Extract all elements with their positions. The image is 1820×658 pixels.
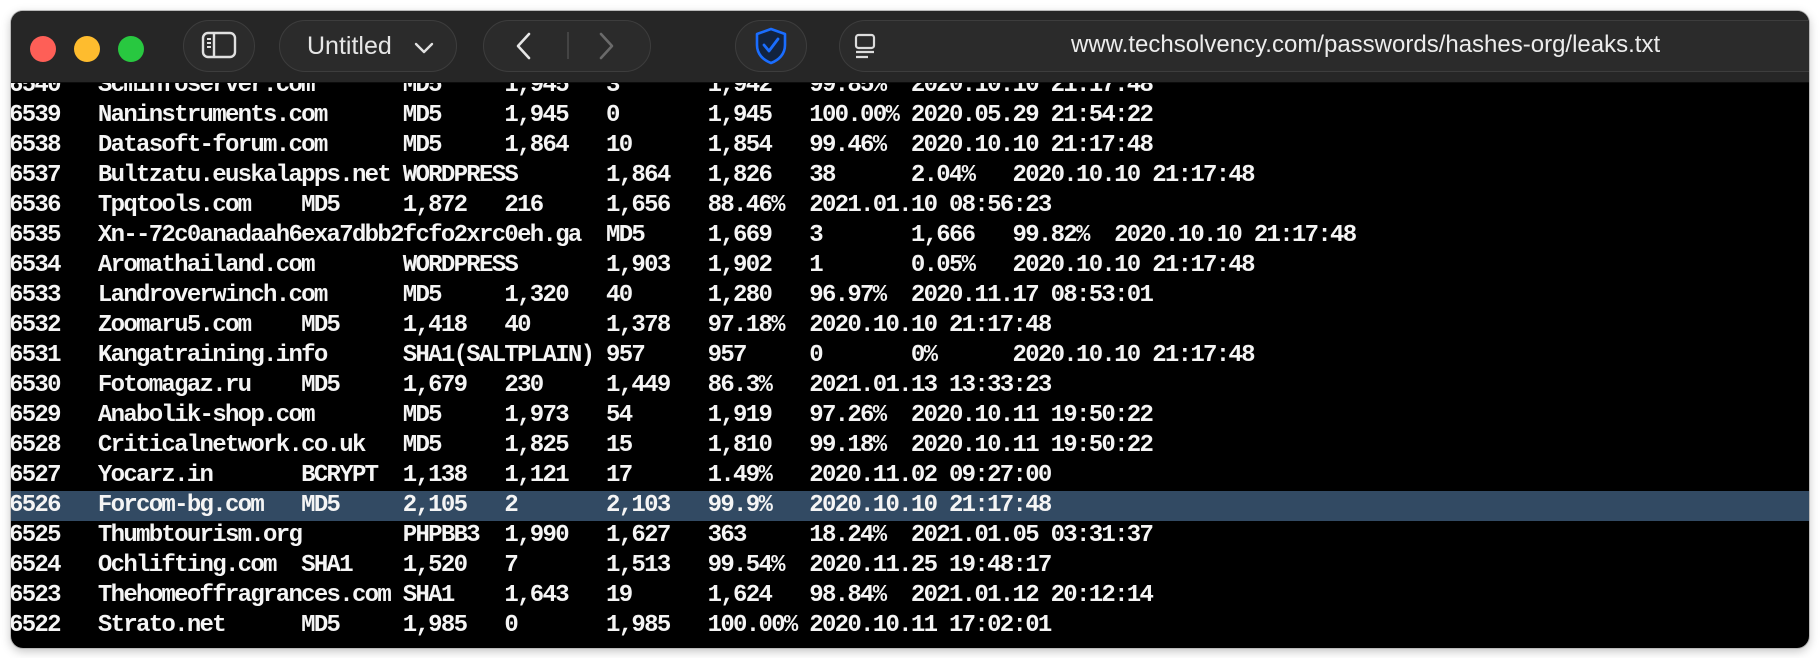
tab-title: Untitled bbox=[307, 31, 392, 60]
table-row: 6523 Thehomeoffragrances.com SHA1 1,643 … bbox=[11, 581, 1809, 611]
sidebar-toggle-button[interactable] bbox=[183, 20, 255, 72]
nav-divider bbox=[567, 32, 569, 59]
table-row: 6531 Kangatraining.info SHA1(SALTPLAIN) … bbox=[11, 341, 1809, 371]
row-text: 6534 Aromathailand.com WORDPRESS 1,903 1… bbox=[11, 252, 1256, 279]
privacy-report-button[interactable] bbox=[735, 20, 807, 72]
row-text: 6533 Landroverwinch.com MD5 1,320 40 1,2… bbox=[11, 282, 1154, 309]
row-text: 6525 Thumbtourism.org PHPBB3 1,990 1,627… bbox=[11, 522, 1154, 549]
row-text: 6529 Anabolik-shop.com MD5 1,973 54 1,91… bbox=[11, 402, 1154, 429]
table-row: 6532 Zoomaru5.com MD5 1,418 40 1,378 97.… bbox=[11, 311, 1809, 341]
url-text: www.techsolvency.com/passwords/hashes-or… bbox=[1071, 31, 1661, 58]
row-text: 6535 Xn--72c0anadaah6exa7dbb2fcfo2xrc0eh… bbox=[11, 222, 1357, 249]
table-row: 6525 Thumbtourism.org PHPBB3 1,990 1,627… bbox=[11, 521, 1809, 551]
tab-group-menu[interactable]: Untitled bbox=[279, 20, 457, 72]
table-row: 6536 Tpqtools.com MD5 1,872 216 1,656 88… bbox=[11, 191, 1809, 221]
table-row: 6538 Datasoft-forum.com MD5 1,864 10 1,8… bbox=[11, 131, 1809, 161]
row-text: 6539 Naninstruments.com MD5 1,945 0 1,94… bbox=[11, 102, 1154, 129]
row-text: 6528 Criticalnetwork.co.uk MD5 1,825 15 … bbox=[11, 432, 1154, 459]
table-row: 6524 Ochlifting.com SHA1 1,520 7 1,513 9… bbox=[11, 551, 1809, 581]
row-text: 6540 Scminfoserver.com MD5 1,945 3 1,942… bbox=[11, 83, 1154, 99]
table-row: 6530 Fotomagaz.ru MD5 1,679 230 1,449 86… bbox=[11, 371, 1809, 401]
navigation-buttons bbox=[483, 20, 651, 72]
table-row: 6540 Scminfoserver.com MD5 1,945 3 1,942… bbox=[11, 83, 1809, 101]
table-row: 6526 Forcom-bg.com MD5 2,105 2 2,103 99.… bbox=[11, 491, 1809, 521]
table-row: 6535 Xn--72c0anadaah6exa7dbb2fcfo2xrc0eh… bbox=[11, 221, 1809, 251]
table-row: 6537 Bultzatu.euskalapps.net WORDPRESS 1… bbox=[11, 161, 1809, 191]
table-row: 6539 Naninstruments.com MD5 1,945 0 1,94… bbox=[11, 101, 1809, 131]
browser-window: Untitled www.techsolvency.com/passwords/… bbox=[11, 11, 1809, 648]
row-text: 6531 Kangatraining.info SHA1(SALTPLAIN) … bbox=[11, 342, 1256, 369]
table-row: 6527 Yocarz.in BCRYPT 1,138 1,121 17 1.4… bbox=[11, 461, 1809, 491]
table-row: 6528 Criticalnetwork.co.uk MD5 1,825 15 … bbox=[11, 431, 1809, 461]
row-text: 6537 Bultzatu.euskalapps.net WORDPRESS 1… bbox=[11, 162, 1256, 189]
row-text: 6532 Zoomaru5.com MD5 1,418 40 1,378 97.… bbox=[11, 312, 1052, 339]
table-row: 6522 Strato.net MD5 1,985 0 1,985 100.00… bbox=[11, 611, 1809, 641]
zoom-window-button[interactable] bbox=[118, 36, 144, 62]
table-row: 6529 Anabolik-shop.com MD5 1,973 54 1,91… bbox=[11, 401, 1809, 431]
row-text: 6536 Tpqtools.com MD5 1,872 216 1,656 88… bbox=[11, 192, 1052, 219]
page-content: 6540 Scminfoserver.com MD5 1,945 3 1,942… bbox=[11, 83, 1809, 648]
row-text: 6522 Strato.net MD5 1,985 0 1,985 100.00… bbox=[11, 612, 1052, 639]
row-text: 6526 Forcom-bg.com MD5 2,105 2 2,103 99.… bbox=[11, 492, 1052, 519]
close-window-button[interactable] bbox=[30, 36, 56, 62]
table-row: 6534 Aromathailand.com WORDPRESS 1,903 1… bbox=[11, 251, 1809, 281]
row-text: 6523 Thehomeoffragrances.com SHA1 1,643 … bbox=[11, 582, 1154, 609]
minimize-window-button[interactable] bbox=[74, 36, 100, 62]
row-text: 6530 Fotomagaz.ru MD5 1,679 230 1,449 86… bbox=[11, 372, 1052, 399]
row-text: 6524 Ochlifting.com SHA1 1,520 7 1,513 9… bbox=[11, 552, 1052, 579]
row-text: 6538 Datasoft-forum.com MD5 1,864 10 1,8… bbox=[11, 132, 1154, 159]
table-row: 6533 Landroverwinch.com MD5 1,320 40 1,2… bbox=[11, 281, 1809, 311]
row-text: 6527 Yocarz.in BCRYPT 1,138 1,121 17 1.4… bbox=[11, 462, 1052, 489]
browser-toolbar: Untitled www.techsolvency.com/passwords/… bbox=[11, 11, 1809, 83]
leaks-table: 6540 Scminfoserver.com MD5 1,945 3 1,942… bbox=[11, 83, 1809, 641]
